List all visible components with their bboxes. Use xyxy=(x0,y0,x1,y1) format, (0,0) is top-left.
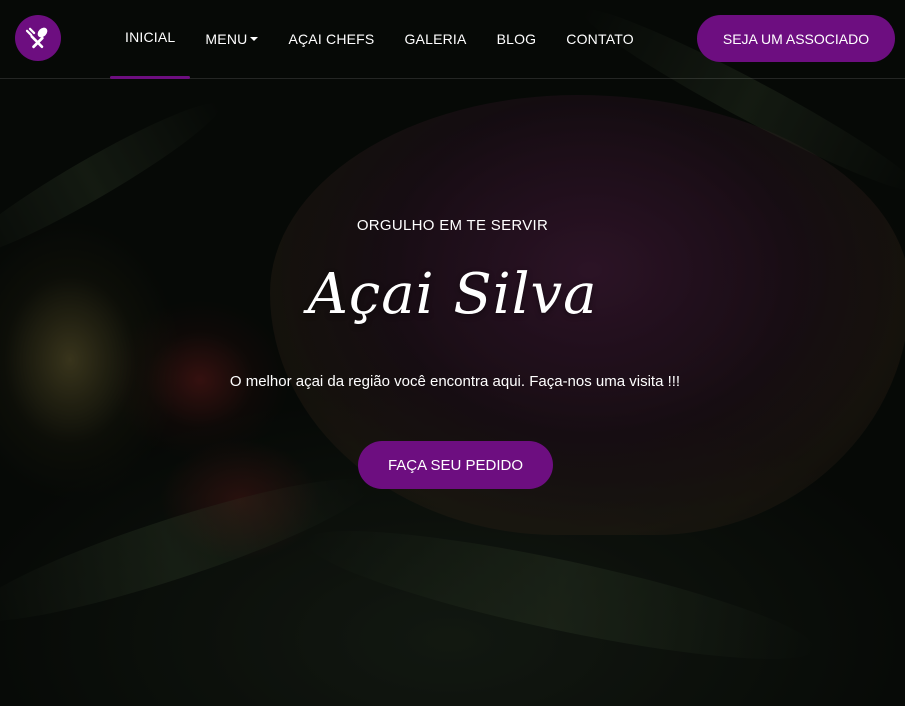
logo[interactable] xyxy=(15,15,61,61)
nav-item-acai-chefs[interactable]: AÇAI CHEFS xyxy=(273,0,389,78)
hero-subtitle: O melhor açai da região você encontra aq… xyxy=(229,373,681,390)
dark-overlay xyxy=(0,0,905,706)
nav-item-contato[interactable]: CONTATO xyxy=(551,0,649,78)
become-member-button[interactable]: SEJA UM ASSOCIADO xyxy=(697,15,895,62)
hero-eyebrow: ORGULHO EM TE SERVIR xyxy=(356,217,549,234)
nav-item-label: INICIAL xyxy=(125,29,176,45)
nav-item-galeria[interactable]: GALERIA xyxy=(389,0,481,78)
nav-links: INICIAL MENU AÇAI CHEFS GALERIA BLOG CON… xyxy=(110,0,649,79)
nav-item-inicial[interactable]: INICIAL xyxy=(110,0,191,79)
hero-section: INICIAL MENU AÇAI CHEFS GALERIA BLOG CON… xyxy=(0,0,905,706)
nav-item-label: CONTATO xyxy=(566,31,634,47)
nav-item-label: MENU xyxy=(205,31,248,47)
navbar: INICIAL MENU AÇAI CHEFS GALERIA BLOG CON… xyxy=(0,0,905,79)
nav-item-label: GALERIA xyxy=(404,31,467,47)
hero-title: Açai Silva xyxy=(307,262,598,327)
nav-item-label: AÇAI CHEFS xyxy=(288,31,375,47)
nav-item-blog[interactable]: BLOG xyxy=(482,0,552,78)
nav-item-label: BLOG xyxy=(496,31,537,47)
caret-down-icon xyxy=(250,37,259,41)
nav-item-menu[interactable]: MENU xyxy=(190,0,273,78)
utensils-icon xyxy=(25,27,48,49)
place-order-button[interactable]: FAÇA SEU PEDIDO xyxy=(358,441,553,489)
